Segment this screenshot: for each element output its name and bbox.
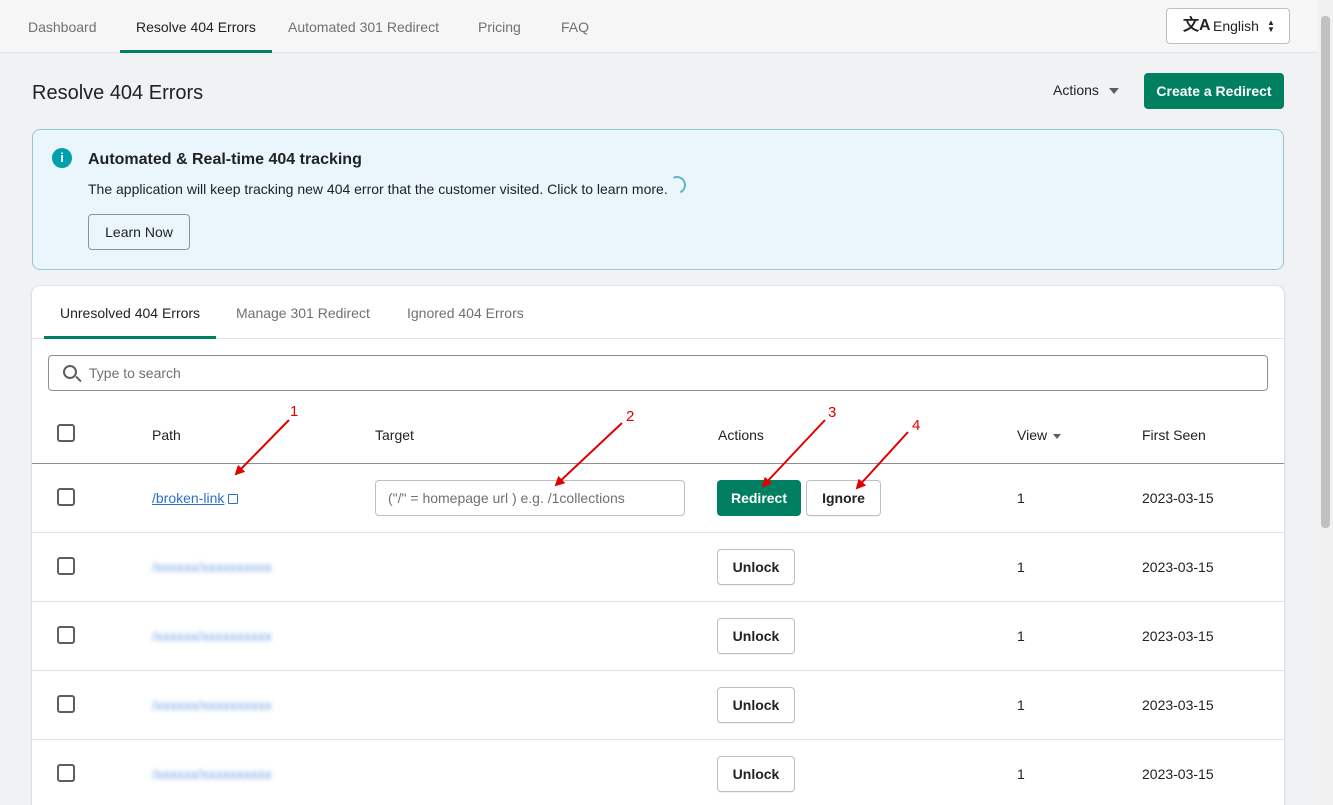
table-row: /xxxxxx/xxxxxxxxxx Unlock 1 2023-03-15 [32,602,1284,671]
tab-pricing[interactable]: Pricing [478,0,521,53]
column-actions: Actions [718,427,764,443]
view-count: 1 [1017,766,1025,782]
subtabs: Unresolved 404 Errors Manage 301 Redirec… [32,286,1284,339]
page-scrollbar[interactable] [1318,0,1333,805]
path-link-blurred[interactable]: /xxxxxx/xxxxxxxxxx [152,559,272,575]
table-row: /xxxxxx/xxxxxxxxxx Unlock 1 2023-03-15 [32,671,1284,740]
language-select[interactable]: 文A English ▲ ▼ [1166,8,1290,44]
first-seen-date: 2023-03-15 [1142,766,1214,782]
unlock-button[interactable]: Unlock [717,756,795,792]
loading-spinner-icon [665,173,689,197]
view-count: 1 [1017,559,1025,575]
create-redirect-button[interactable]: Create a Redirect [1144,73,1284,109]
unlock-button[interactable]: Unlock [717,687,795,723]
annotation-number-1: 1 [290,403,299,420]
column-target: Target [375,427,414,443]
info-banner: i Automated & Real-time 404 tracking The… [32,129,1284,270]
select-arrows-icon: ▲ ▼ [1267,18,1275,34]
table-row: /broken-link Redirect Ignore 1 2023-03-1… [32,464,1284,533]
path-link-blurred[interactable]: /xxxxxx/xxxxxxxxxx [152,628,272,644]
row-checkbox[interactable] [57,626,75,644]
actions-label: Actions [1053,82,1099,98]
redirect-button[interactable]: Redirect [717,480,801,516]
subtab-unresolved[interactable]: Unresolved 404 Errors [44,286,217,339]
unlock-button[interactable]: Unlock [717,618,795,654]
actions-menu[interactable]: Actions [1053,82,1119,98]
first-seen-date: 2023-03-15 [1142,490,1214,506]
banner-title: Automated & Real-time 404 tracking [88,151,362,168]
search-input[interactable] [89,356,1259,390]
target-input[interactable] [375,480,685,516]
search-icon [63,365,77,379]
language-label: English [1213,18,1259,34]
row-checkbox[interactable] [57,695,75,713]
banner-text: The application will keep tracking new 4… [88,181,668,197]
column-view-sort[interactable]: View [1017,427,1062,443]
select-all-checkbox[interactable] [57,424,75,442]
path-link[interactable]: /broken-link [152,490,239,506]
first-seen-date: 2023-03-15 [1142,559,1214,575]
path-link-blurred[interactable]: /xxxxxx/xxxxxxxxxx [152,697,272,713]
column-path: Path [152,427,181,443]
column-first-seen: First Seen [1142,427,1206,443]
view-count: 1 [1017,490,1025,506]
top-nav: Dashboard Resolve 404 Errors Automated 3… [0,0,1318,53]
errors-card: Unresolved 404 Errors Manage 301 Redirec… [32,286,1284,805]
row-checkbox[interactable] [57,764,75,782]
path-text: /broken-link [152,490,225,506]
translate-icon: 文A [1183,17,1211,34]
first-seen-date: 2023-03-15 [1142,628,1214,644]
view-count: 1 [1017,697,1025,713]
row-checkbox[interactable] [57,488,75,506]
page-title: Resolve 404 Errors [32,82,204,104]
search-field[interactable] [48,355,1268,391]
column-view-label: View [1017,427,1048,443]
view-count: 1 [1017,628,1025,644]
external-link-icon [228,494,239,504]
path-link-blurred[interactable]: /xxxxxx/xxxxxxxxxx [152,766,272,782]
tab-automated-301[interactable]: Automated 301 Redirect [288,0,439,53]
scrollbar-thumb[interactable] [1321,16,1330,528]
row-checkbox[interactable] [57,557,75,575]
subtab-manage-301[interactable]: Manage 301 Redirect [236,286,370,339]
table-header: Path Target Actions View First Seen [32,406,1284,464]
annotation-number-4: 4 [912,417,921,434]
unlock-button[interactable]: Unlock [717,549,795,585]
ignore-button[interactable]: Ignore [806,480,881,516]
info-icon: i [52,148,72,168]
first-seen-date: 2023-03-15 [1142,697,1214,713]
annotation-number-3: 3 [828,404,837,421]
learn-now-button[interactable]: Learn Now [88,214,190,250]
caret-down-icon [1108,88,1119,95]
sort-down-icon [1053,433,1062,439]
table-row: /xxxxxx/xxxxxxxxxx Unlock 1 2023-03-15 [32,533,1284,602]
subtab-ignored[interactable]: Ignored 404 Errors [407,286,524,339]
tab-faq[interactable]: FAQ [561,0,589,53]
table-row: /xxxxxx/xxxxxxxxxx Unlock 1 2023-03-15 [32,740,1284,805]
tab-resolve-404[interactable]: Resolve 404 Errors [120,0,272,53]
annotation-number-2: 2 [626,408,635,425]
tab-dashboard[interactable]: Dashboard [28,0,97,53]
